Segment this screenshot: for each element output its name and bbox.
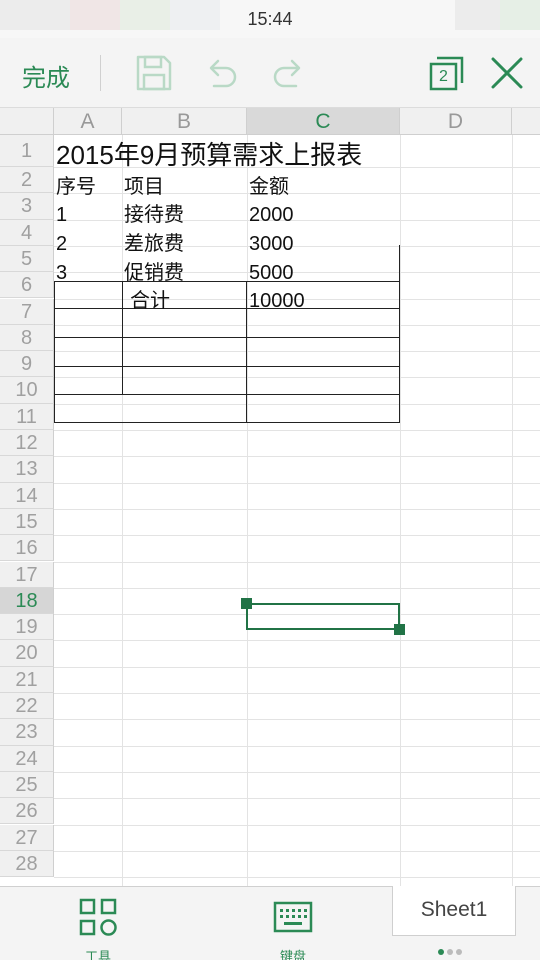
select-all-corner[interactable]	[0, 108, 54, 135]
row-header-21[interactable]: 21	[0, 666, 54, 693]
row-gridline	[54, 535, 540, 537]
row-header-12[interactable]: 12	[0, 430, 54, 457]
row-gridline	[54, 377, 540, 379]
row-header-11[interactable]: 11	[0, 403, 54, 430]
save-icon[interactable]	[133, 52, 175, 94]
row-header-23[interactable]: 23	[0, 719, 54, 746]
row-gridline	[54, 456, 540, 458]
column-header-b[interactable]: B	[122, 108, 247, 135]
column-header-c[interactable]: C	[247, 108, 400, 135]
column-header-d[interactable]: D	[400, 108, 512, 135]
row-gridline	[54, 430, 540, 431]
cell-a3[interactable]: 1	[56, 202, 67, 228]
row-gridline	[54, 824, 540, 826]
row-gridline	[54, 850, 540, 852]
page-dot-active	[438, 949, 444, 955]
row-gridline	[54, 351, 540, 353]
row-header-27[interactable]: 27	[0, 824, 54, 851]
status-bar: 15:44	[0, 0, 540, 38]
cell-c5[interactable]: 5000	[249, 260, 294, 286]
windows-icon[interactable]: 2	[426, 52, 468, 94]
keyboard-icon	[273, 901, 313, 933]
row-header-14[interactable]: 14	[0, 482, 54, 509]
row-gridline	[54, 640, 540, 642]
row-gridline	[54, 666, 540, 668]
row-gridline	[54, 482, 540, 484]
row-gridline	[54, 561, 540, 563]
window-count: 2	[439, 68, 448, 85]
spreadsheet-grid[interactable]: A B C D 1 2 3 4 5 6 7 8 9 10 11 12 13 14 15 16 17 18 19 20 2…	[0, 108, 540, 886]
grid-apps-icon	[79, 898, 117, 936]
cell-a6-total-label[interactable]: 合计	[54, 288, 246, 314]
row-header-1[interactable]: 1	[0, 135, 54, 167]
page-indicator	[438, 942, 465, 960]
cell-a1-title[interactable]: 2015年9月预算需求上报表	[56, 139, 362, 171]
row-header-2[interactable]: 2	[0, 167, 54, 194]
row-header-22[interactable]: 22	[0, 693, 54, 720]
keyboard-button[interactable]: 键盘	[263, 897, 323, 960]
row-gridline	[54, 324, 540, 326]
row-header-15[interactable]: 15	[0, 508, 54, 536]
row-gridline	[54, 745, 540, 747]
row-gridline	[54, 693, 540, 694]
row-header-16[interactable]: 16	[0, 535, 54, 562]
column-header-a[interactable]: A	[54, 108, 122, 135]
cell-b2[interactable]: 项目	[124, 174, 164, 200]
row-header-13[interactable]: 13	[0, 456, 54, 483]
undo-icon[interactable]	[200, 52, 242, 94]
page-dot	[447, 949, 453, 955]
row-header-17[interactable]: 17	[0, 561, 54, 588]
status-time: 15:44	[247, 9, 293, 29]
cell-b3[interactable]: 接待费	[124, 202, 184, 228]
cell-c3[interactable]: 2000	[249, 202, 294, 228]
toolbar-divider	[100, 55, 101, 91]
row-header-20[interactable]: 20	[0, 640, 54, 667]
row-header-5[interactable]: 5	[0, 245, 54, 273]
toolbar: 完成 2	[0, 38, 540, 108]
row-header-18[interactable]: 18	[0, 587, 54, 615]
row-header-25[interactable]: 25	[0, 771, 54, 799]
row-gridline	[54, 719, 540, 721]
tools-button[interactable]: 工具	[68, 897, 128, 960]
row-header-19[interactable]: 19	[0, 614, 54, 641]
page-dot	[456, 949, 462, 955]
row-gridline	[54, 587, 540, 589]
row-header-4[interactable]: 4	[0, 219, 54, 246]
sheet-tab-sheet1[interactable]: Sheet1	[392, 886, 516, 936]
row-header-7[interactable]: 7	[0, 298, 54, 325]
cell-a5[interactable]: 3	[56, 260, 67, 286]
row-gridline	[54, 771, 540, 773]
cell-a4[interactable]: 2	[56, 231, 67, 257]
cell-b4[interactable]: 差旅费	[124, 231, 184, 257]
cell-c4[interactable]: 3000	[249, 231, 294, 257]
selection-end-handle[interactable]	[394, 624, 405, 635]
row-header-28[interactable]: 28	[0, 850, 54, 878]
cell-c2[interactable]: 金额	[249, 174, 289, 200]
row-gridline	[54, 508, 540, 510]
bottom-bar: 工具 键盘 Sheet1	[0, 886, 540, 960]
column-header-e[interactable]	[512, 108, 540, 135]
row-header-6[interactable]: 6	[0, 272, 54, 299]
close-icon[interactable]	[486, 52, 528, 94]
keyboard-label: 键盘	[279, 949, 306, 960]
row-header-8[interactable]: 8	[0, 324, 54, 352]
cell-a2[interactable]: 序号	[56, 174, 96, 200]
selected-cell-c18[interactable]	[246, 603, 400, 630]
row-header-9[interactable]: 9	[0, 351, 54, 378]
row-header-24[interactable]: 24	[0, 745, 54, 772]
tools-label: 工具	[84, 949, 111, 960]
row-header-10[interactable]: 10	[0, 377, 54, 404]
selection-start-handle[interactable]	[241, 598, 252, 609]
row-gridline	[54, 798, 540, 800]
row-gridline	[54, 403, 540, 405]
row-gridline	[54, 877, 540, 879]
cell-c6[interactable]: 10000	[249, 288, 305, 314]
row-header-3[interactable]: 3	[0, 193, 54, 220]
redo-icon[interactable]	[268, 52, 310, 94]
cell-b5[interactable]: 促销费	[124, 260, 184, 286]
done-button[interactable]: 完成	[22, 58, 70, 93]
row-header-26[interactable]: 26	[0, 798, 54, 825]
